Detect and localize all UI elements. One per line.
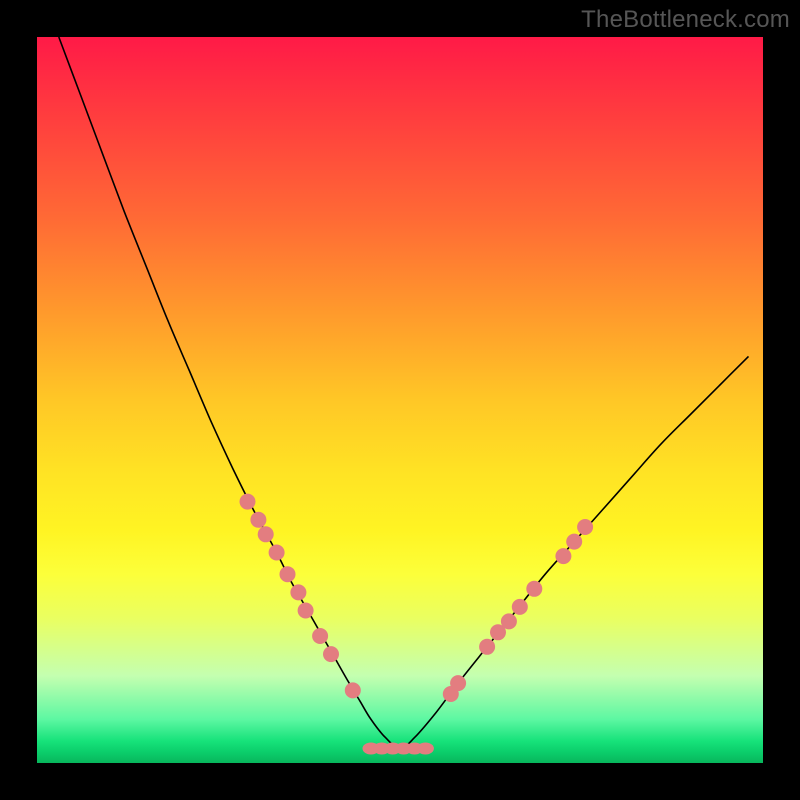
chart-svg	[37, 37, 763, 763]
curve-marker	[250, 512, 266, 528]
plot-area	[37, 37, 763, 763]
curve-marker	[269, 545, 285, 561]
curve-marker	[312, 628, 328, 644]
curve-marker	[555, 548, 571, 564]
curve-marker	[345, 682, 361, 698]
curve-marker	[526, 581, 542, 597]
curve-marker	[512, 599, 528, 615]
curve-marker	[566, 534, 582, 550]
curve-marker	[280, 566, 296, 582]
bottleneck-curve	[59, 37, 749, 749]
curve-marker	[450, 675, 466, 691]
curve-marker	[258, 526, 274, 542]
bottom-marker	[417, 743, 434, 755]
chart-outer-frame: TheBottleneck.com	[0, 0, 800, 800]
curve-marker	[577, 519, 593, 535]
curve-marker	[479, 639, 495, 655]
curve-markers	[240, 494, 594, 702]
curve-marker	[240, 494, 256, 510]
curve-marker	[290, 584, 306, 600]
watermark-text: TheBottleneck.com	[581, 6, 790, 34]
curve-marker	[323, 646, 339, 662]
bottom-markers	[363, 743, 434, 755]
curve-marker	[298, 603, 314, 619]
curve-marker	[501, 613, 517, 629]
